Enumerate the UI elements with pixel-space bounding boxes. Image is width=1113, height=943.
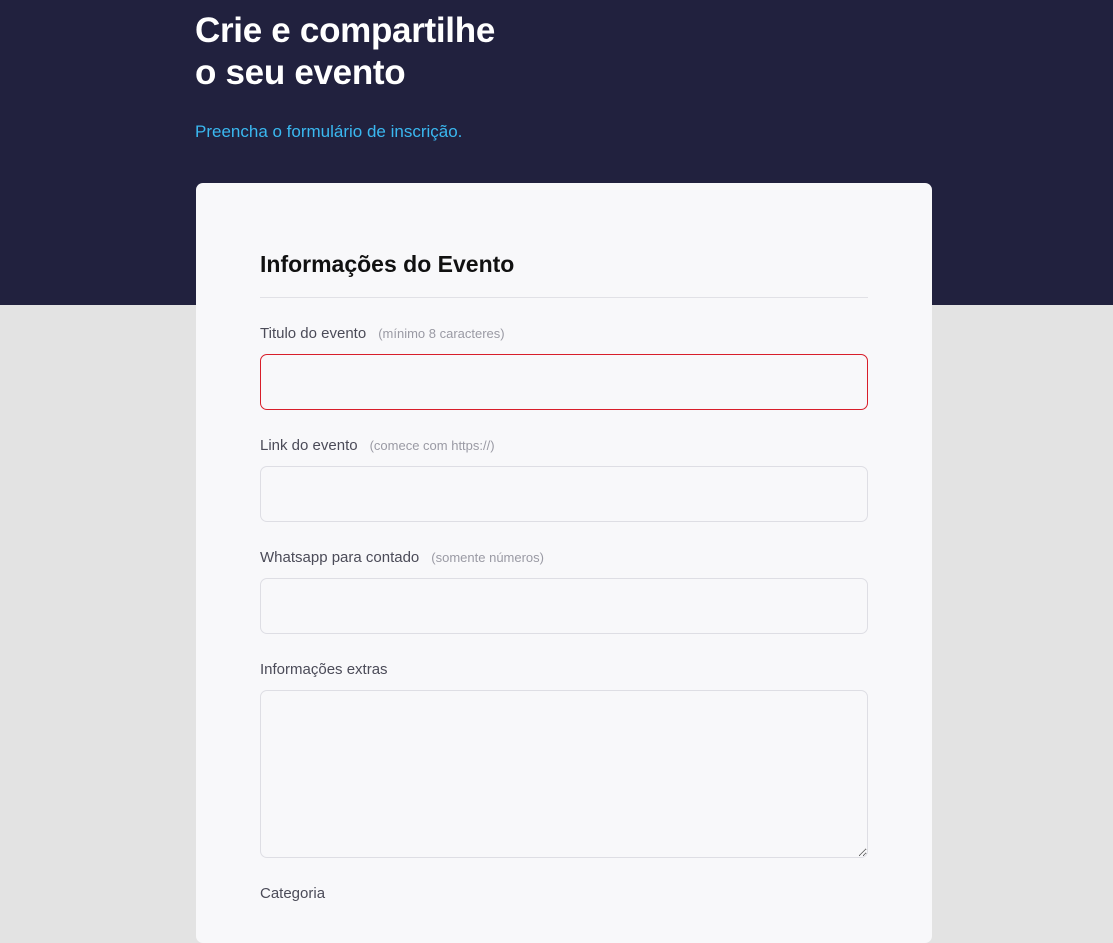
whatsapp-label: Whatsapp para contado (somente números): [260, 548, 544, 568]
event-link-input[interactable]: [260, 466, 868, 522]
event-title-label-text: Titulo do evento: [260, 325, 367, 342]
whatsapp-hint: (somente números): [431, 550, 544, 565]
event-title-hint: (mínimo 8 caracteres): [378, 326, 505, 341]
page-title-line-2: o seu evento: [195, 53, 406, 92]
event-link-label: Link do evento (comece com https://): [260, 436, 495, 456]
section-divider: [260, 297, 868, 298]
event-title-label: Titulo do evento (mínimo 8 caracteres): [260, 324, 505, 344]
extra-info-label: Informações extras: [260, 660, 388, 680]
whatsapp-input[interactable]: [260, 578, 868, 634]
event-title-input[interactable]: [260, 354, 868, 410]
page-title-line-1: Crie e compartilhe: [195, 11, 495, 50]
event-link-hint: (comece com https://): [369, 438, 495, 453]
category-label-text: Categoria: [260, 885, 326, 902]
whatsapp-label-text: Whatsapp para contado: [260, 549, 420, 566]
category-label: Categoria: [260, 884, 325, 904]
extra-info-label-text: Informações extras: [260, 661, 388, 678]
event-form-card: Informações do Evento Titulo do evento (m…: [196, 183, 932, 943]
section-title: Informações do Evento: [260, 251, 515, 277]
page-title: Crie e compartilhe o seu evento: [195, 10, 615, 94]
page-subtitle: Preencha o formulário de inscrição.: [195, 122, 463, 141]
event-link-label-text: Link do evento: [260, 437, 358, 454]
extra-info-textarea[interactable]: [260, 690, 868, 858]
